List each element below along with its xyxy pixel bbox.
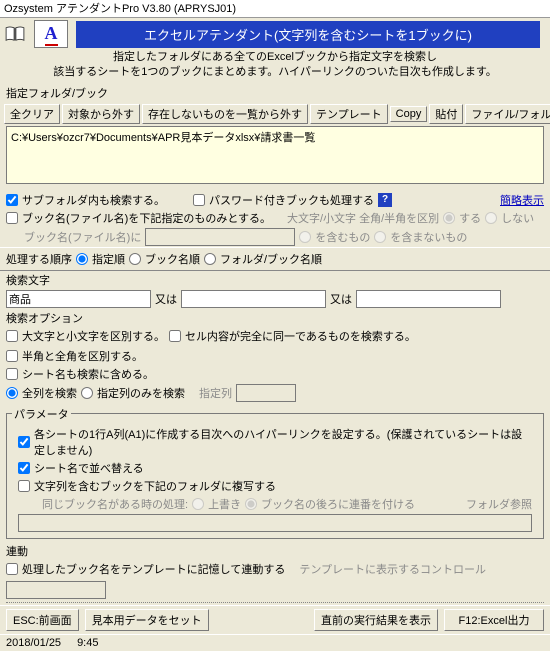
- case-yes-radio: する: [443, 210, 481, 226]
- contain-radio: を含むもの: [299, 229, 370, 245]
- password-book-checkbox[interactable]: パスワード付きブックも処理する: [193, 192, 374, 208]
- search-input-3[interactable]: [356, 290, 501, 308]
- exclude-button[interactable]: 対象から外す: [62, 104, 140, 124]
- folder-section-label: 指定フォルダ/ブック: [0, 84, 550, 102]
- window-title: Ozsystem アテンダントPro V3.80 (APRYSJ01): [0, 0, 550, 18]
- order-spec-radio[interactable]: 指定順: [76, 251, 125, 267]
- search-input-1[interactable]: [6, 290, 151, 308]
- toc-link-checkbox[interactable]: 各シートの1行A列(A1)に作成する目次へのハイパーリンクを設定する。(保護され…: [18, 426, 532, 458]
- save-folder-checkbox[interactable]: 文字列を含むブックを下記のフォルダに複写する: [18, 478, 276, 494]
- bookname-input: [145, 228, 295, 246]
- speccol-label: 指定列: [199, 385, 232, 401]
- overwrite-radio: 上書き: [192, 496, 241, 512]
- linked-label: 連動: [0, 542, 550, 560]
- exact-cell-checkbox[interactable]: セル内容が完全に同一であるものを検索する。: [169, 328, 416, 344]
- order-folder-radio[interactable]: フォルダ/ブック名順: [204, 251, 322, 267]
- logo-a-icon: A: [34, 20, 68, 48]
- folder-browse-link: フォルダ参照: [466, 496, 532, 512]
- sheetname-checkbox[interactable]: シート名も検索に含める。: [6, 366, 154, 382]
- parameter-fieldset: パラメータ 各シートの1行A列(A1)に作成する目次へのハイパーリンクを設定する…: [6, 406, 544, 539]
- samename-label: 同じブック名がある時の処理:: [42, 496, 188, 512]
- linked-control-input: [6, 581, 106, 599]
- search-label: 検索文字: [0, 271, 550, 289]
- speccols-radio[interactable]: 指定列のみを検索: [81, 385, 185, 401]
- case-no-radio: しない: [485, 210, 534, 226]
- order-book-radio[interactable]: ブック名順: [129, 251, 200, 267]
- linked-control-label: テンプレートに表示するコントロール: [299, 561, 486, 577]
- case-label: 大文字/小文字 全角/半角を区別: [287, 210, 439, 226]
- bookname-contains-label: ブック名(ファイル名)に: [24, 229, 141, 245]
- description: 指定したフォルダにある全てのExcelブックから指定文字を検索し 該当するシート…: [0, 48, 550, 84]
- status-time: 9:45: [77, 637, 98, 649]
- subfolder-checkbox[interactable]: サブフォルダ内も検索する。: [6, 192, 165, 208]
- template-button[interactable]: テンプレート: [310, 104, 388, 124]
- set-sample-button[interactable]: 見本用データをセット: [85, 609, 209, 631]
- help-icon[interactable]: ?: [378, 193, 392, 207]
- order-label: 処理する順序: [6, 251, 72, 267]
- hanzen-checkbox[interactable]: 半角と全角を区別する。: [6, 348, 143, 364]
- limit-bookname-checkbox[interactable]: ブック名(ファイル名)を下記指定のものみとする。: [6, 210, 271, 226]
- path-list-input[interactable]: [6, 126, 544, 184]
- dest-folder-input: [18, 514, 532, 532]
- copy-button[interactable]: Copy: [390, 106, 428, 122]
- searchopt-label: 検索オプション: [0, 309, 550, 327]
- all-clear-button[interactable]: 全クリア: [4, 104, 60, 124]
- append-seq-radio: ブック名の後ろに連番を付ける: [245, 496, 415, 512]
- search-input-2[interactable]: [181, 290, 326, 308]
- esc-back-button[interactable]: ESC:前画面: [6, 609, 79, 631]
- not-contain-radio: を含まないもの: [374, 229, 467, 245]
- remove-missing-button[interactable]: 存在しないものを一覧から外す: [142, 104, 308, 124]
- case-checkbox[interactable]: 大文字と小文字を区別する。: [6, 328, 165, 344]
- show-result-button[interactable]: 直前の実行結果を表示: [314, 609, 438, 631]
- parameter-legend: パラメータ: [12, 406, 71, 422]
- simple-view-link[interactable]: 簡略表示: [500, 192, 544, 208]
- or-label-2: 又は: [330, 291, 352, 307]
- page-title: エクセルアテンダント(文字列を含むシートを1ブックに): [76, 21, 540, 48]
- book-icon: [4, 26, 26, 42]
- f12-excel-button[interactable]: F12:Excel出力: [444, 609, 544, 631]
- linked-template-checkbox[interactable]: 処理したブック名をテンプレートに記憶して連動する: [6, 561, 285, 577]
- sort-sheet-checkbox[interactable]: シート名で並べ替える: [18, 460, 144, 476]
- status-date: 2018/01/25: [6, 637, 61, 649]
- paste-button[interactable]: 貼付: [429, 104, 463, 124]
- speccol-input: [236, 384, 296, 402]
- allcols-radio[interactable]: 全列を検索: [6, 385, 77, 401]
- or-label-1: 又は: [155, 291, 177, 307]
- browse-button[interactable]: ファイル/フォルダ参照: [465, 104, 550, 124]
